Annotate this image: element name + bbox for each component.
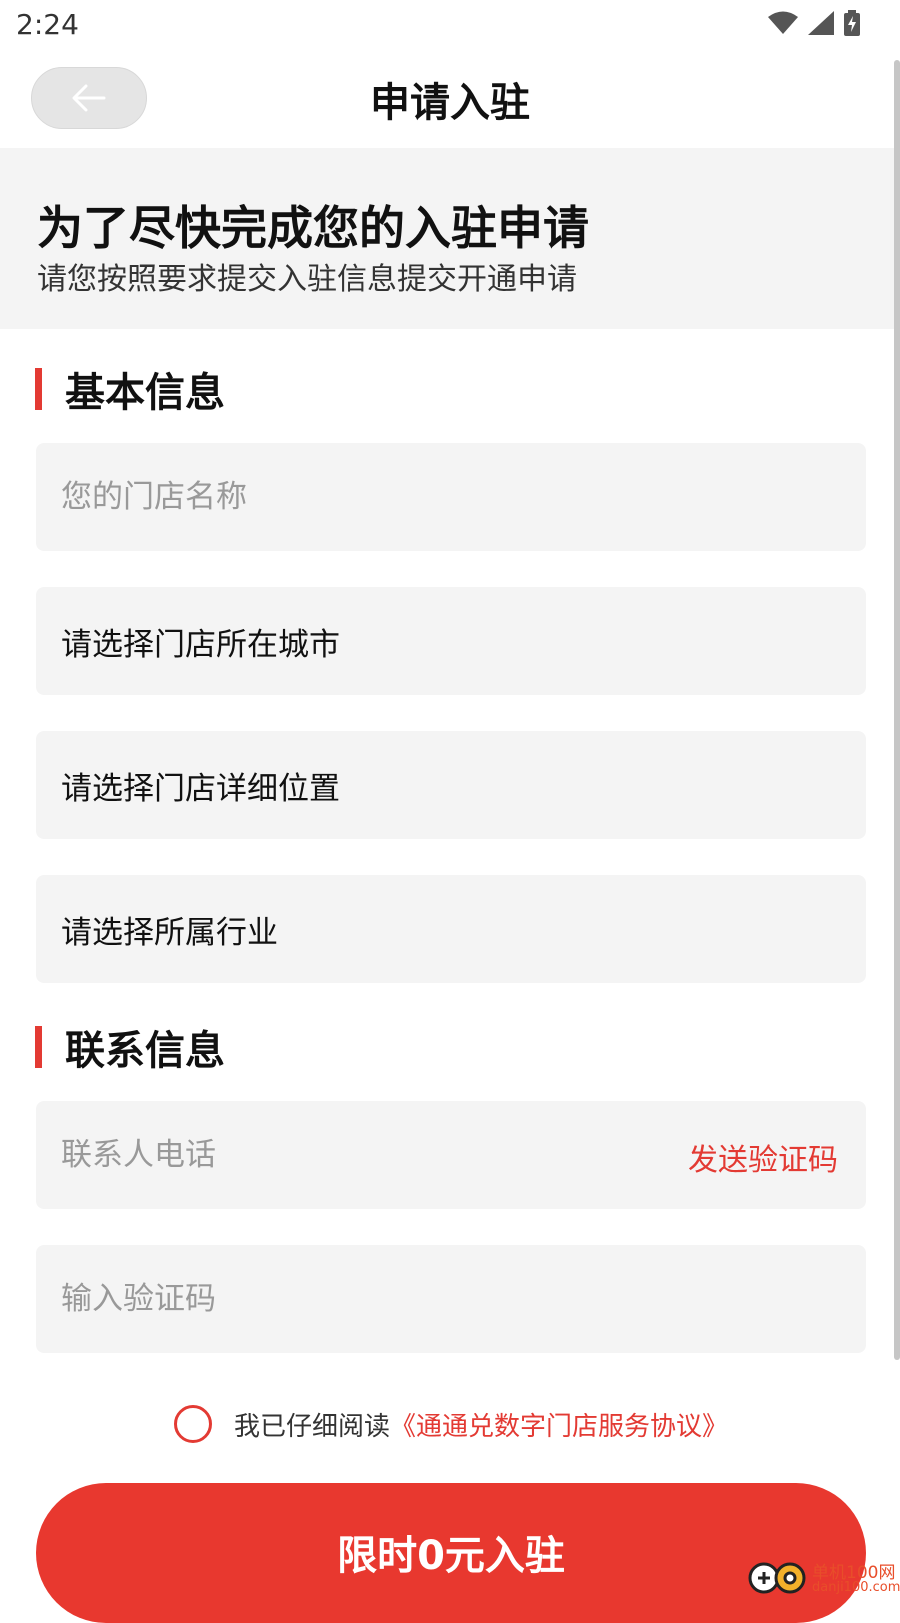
watermark-logo-icon <box>748 1562 806 1594</box>
code-field[interactable] <box>36 1245 866 1353</box>
page-title: 申请入驻 <box>370 80 530 126</box>
agreement-row: 我已仔细阅读 《通通兑数字门店服务协议》 <box>174 1402 728 1446</box>
phone-input[interactable] <box>61 1137 621 1173</box>
submit-button[interactable]: 限时0元入驻 <box>36 1483 866 1623</box>
agreement-prefix: 我已仔细阅读 <box>234 1411 391 1442</box>
intro-title: 为了尽快完成您的入驻申请 <box>37 201 589 255</box>
intro-banner: 为了尽快完成您的入驻申请 请您按照要求提交入驻信息提交开通申请 <box>0 148 900 329</box>
agreement-link[interactable]: 《通通兑数字门店服务协议》 <box>390 1406 728 1443</box>
industry-select-label: 请选择所属行业 <box>61 914 278 951</box>
wifi-icon <box>768 11 798 34</box>
submit-label: 限时0元入驻 <box>337 1533 565 1579</box>
city-select-label: 请选择门店所在城市 <box>61 626 340 663</box>
phone-field[interactable]: 发送验证码 <box>36 1101 866 1209</box>
section-title: 联系信息 <box>65 1028 225 1074</box>
section-marker <box>35 1026 42 1068</box>
watermark: 单机100网 danji100.com <box>746 1556 900 1600</box>
location-select-label: 请选择门店详细位置 <box>61 770 340 807</box>
agreement-checkbox[interactable] <box>174 1405 212 1443</box>
verification-code-input[interactable] <box>61 1281 866 1317</box>
cell-signal-icon <box>808 11 834 35</box>
status-time: 2:24 <box>16 8 79 41</box>
battery-icon <box>844 10 860 36</box>
store-name-field[interactable] <box>36 443 866 551</box>
location-select[interactable]: 请选择门店详细位置 <box>36 731 866 839</box>
city-select[interactable]: 请选择门店所在城市 <box>36 587 866 695</box>
section-marker <box>35 368 42 410</box>
scrollbar[interactable] <box>894 60 900 1360</box>
store-name-input[interactable] <box>61 479 866 515</box>
status-bar: 2:24 <box>0 0 900 50</box>
watermark-url: danji100.com <box>812 1580 900 1595</box>
intro-subtitle: 请您按照要求提交入驻信息提交开通申请 <box>37 262 577 297</box>
header: 申请入驻 <box>0 50 900 148</box>
section-title: 基本信息 <box>65 370 225 416</box>
industry-select[interactable]: 请选择所属行业 <box>36 875 866 983</box>
status-icons <box>768 10 860 36</box>
send-code-button[interactable]: 发送验证码 <box>688 1135 838 1179</box>
